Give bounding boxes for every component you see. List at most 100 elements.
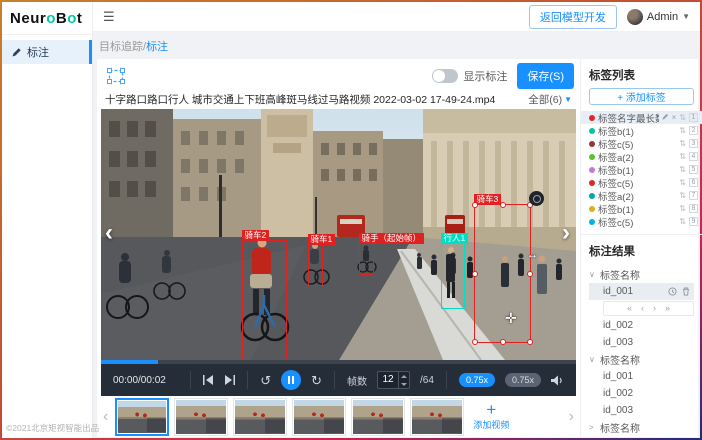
label-name: 标签c(5) xyxy=(598,215,676,229)
video-thumbnail[interactable] xyxy=(351,398,405,436)
video-title-row: 十字路口路口行人 城市交通上下班高峰斑马线过马路视频 2022-03-02 17… xyxy=(101,89,576,109)
result-item-selected[interactable]: id_001 xyxy=(589,283,694,300)
step-back-button[interactable] xyxy=(203,375,214,385)
camera-lens-icon[interactable] xyxy=(529,191,544,206)
video-thumbnail[interactable] xyxy=(292,398,346,436)
annotation-box[interactable]: 骑车1 xyxy=(308,244,323,286)
user-menu[interactable]: Admin ▼ xyxy=(627,9,690,25)
filmstrip-left-chevron[interactable]: ‹ xyxy=(101,408,110,426)
history-icon[interactable] xyxy=(668,287,677,296)
result-item[interactable]: id_001 xyxy=(589,368,694,385)
annotation-box[interactable]: 骑手（起始帧） xyxy=(359,243,374,275)
speed-pill[interactable]: 0.75x xyxy=(505,373,541,387)
result-item[interactable]: id_002 xyxy=(589,385,694,402)
speed-pill-active[interactable]: 0.75x xyxy=(459,373,495,387)
resize-handle[interactable] xyxy=(500,202,506,208)
label-name: 标签名字最长数... xyxy=(598,111,659,125)
label-item[interactable]: 标签b(1) ⇅ 2 xyxy=(581,124,702,137)
label-name: 标签b(1) xyxy=(598,202,676,216)
resize-handle[interactable] xyxy=(472,202,478,208)
breadcrumb: 目标追踪/标注 xyxy=(97,36,698,59)
sort-icon: ⇅ xyxy=(679,191,686,200)
video-thumbnail[interactable] xyxy=(410,398,464,436)
annotation-box[interactable]: 骑车2 xyxy=(242,240,287,361)
thumbnail-image xyxy=(235,400,285,434)
content: 目标追踪/标注 xyxy=(93,32,700,438)
result-item[interactable]: id_002 xyxy=(589,317,694,334)
logo-letter: B xyxy=(56,10,67,27)
breadcrumb-parent[interactable]: 目标追踪 xyxy=(99,41,143,53)
collapse-menu-icon[interactable]: ☰ xyxy=(103,9,115,25)
result-group[interactable]: ∨ 标签名称 xyxy=(589,266,694,283)
app-logo: NeuroBot xyxy=(2,2,92,35)
resize-handle[interactable] xyxy=(527,271,533,277)
save-button[interactable]: 保存(S) xyxy=(517,63,574,89)
toggle-switch-off[interactable] xyxy=(432,69,458,83)
step-forward-button[interactable] xyxy=(224,375,235,385)
bbox-draw-tool-icon[interactable] xyxy=(107,68,125,84)
app-window: NeuroBot 标注 ©2021北京矩视智能出品 ☰ 返回模型开发 Admin… xyxy=(0,0,702,440)
prev-frame-button[interactable]: ‹ xyxy=(641,304,644,313)
move-cursor-icon: ✛ xyxy=(505,310,517,327)
video-thumbnail[interactable] xyxy=(174,398,228,436)
frame-number-input[interactable]: 12 xyxy=(377,371,410,389)
result-item[interactable]: id_003 xyxy=(589,334,694,351)
filter-dropdown[interactable]: 全部(6) ▼ xyxy=(528,92,572,107)
delete-icon[interactable]: × xyxy=(672,114,677,122)
next-video-chevron[interactable]: › xyxy=(562,221,570,245)
thumbnail-image xyxy=(412,400,462,434)
label-color-dot xyxy=(589,128,595,134)
video-canvas[interactable]: 骑车2 骑车1 骑手（起始帧） 行人1 骑车3 xyxy=(101,109,576,364)
frame-number-stepper xyxy=(398,372,409,388)
label-item[interactable]: 标签b(1) ⇅ 5 xyxy=(581,163,702,176)
first-frame-button[interactable]: « xyxy=(627,304,632,313)
result-group-name: 标签名称 xyxy=(600,352,640,367)
video-thumbnail-selected[interactable] xyxy=(115,398,169,436)
logo-letter: ur xyxy=(30,10,46,27)
thumbnail-image xyxy=(118,401,166,433)
rewind-10-icon[interactable]: ↺ xyxy=(260,374,271,387)
back-to-model-dev-button[interactable]: 返回模型开发 xyxy=(529,5,617,29)
chevron-right-icon: > xyxy=(589,423,596,432)
label-item[interactable]: 标签a(2) ⇅ 7 xyxy=(581,189,702,202)
forward-10-icon[interactable]: ↻ xyxy=(311,374,322,387)
annotation-box-selected[interactable]: 骑车3 ✛ ↔ xyxy=(474,204,531,343)
label-name: 标签c(5) xyxy=(598,176,676,190)
video-thumbnail[interactable] xyxy=(233,398,287,436)
resize-handle[interactable] xyxy=(527,339,533,345)
workspace-card: 显示标注 保存(S) 十字路口路口行人 城市交通上下班高峰斑马线过马路视频 20… xyxy=(97,59,698,437)
resize-handle[interactable] xyxy=(500,339,506,345)
label-item[interactable]: 标签c(5) ⇅ 9 xyxy=(581,215,702,228)
result-item[interactable]: id_003 xyxy=(589,402,694,419)
stepper-up-button[interactable] xyxy=(399,372,409,380)
result-item-id: id_003 xyxy=(603,337,633,348)
frame-number-value[interactable]: 12 xyxy=(378,372,398,388)
label-item[interactable]: 标签c(5) ⇅ 3 xyxy=(581,137,702,150)
label-item[interactable]: 标签b(1) ⇅ 8 xyxy=(581,202,702,215)
sidebar-item-annotate[interactable]: 标注 xyxy=(2,40,92,64)
label-name: 标签b(1) xyxy=(598,124,676,138)
stepper-down-button[interactable] xyxy=(399,380,409,388)
annotation-box-label: 骑手（起始帧） xyxy=(359,233,425,244)
resize-handle[interactable] xyxy=(472,339,478,345)
add-video-button[interactable]: + 添加视频 xyxy=(469,398,513,436)
show-annotation-toggle[interactable]: 显示标注 xyxy=(432,68,507,84)
add-label-button[interactable]: + 添加标签 xyxy=(589,88,694,105)
label-item[interactable]: 标签a(2) ⇅ 4 xyxy=(581,150,702,163)
copyright-text: ©2021北京矩视智能出品 xyxy=(6,422,99,434)
result-group-collapsed[interactable]: > 标签名称 xyxy=(589,419,694,436)
pause-button[interactable] xyxy=(281,370,301,390)
prev-video-chevron[interactable]: ‹ xyxy=(105,221,113,245)
label-item[interactable]: 标签名字最长数... × ⇅ 1 xyxy=(581,111,702,124)
resize-handle[interactable] xyxy=(472,271,478,277)
next-frame-button[interactable]: › xyxy=(653,304,656,313)
edit-icon[interactable] xyxy=(662,113,669,122)
last-frame-button[interactable]: » xyxy=(665,304,670,313)
trash-icon[interactable] xyxy=(682,287,690,296)
filmstrip-right-chevron[interactable]: › xyxy=(567,408,576,426)
volume-icon[interactable] xyxy=(551,375,564,386)
video-progress-bar[interactable] xyxy=(101,360,576,364)
annotation-box[interactable]: 行人1 xyxy=(441,243,465,309)
label-item[interactable]: 标签c(5) ⇅ 6 xyxy=(581,176,702,189)
result-group[interactable]: ∨ 标签名称 xyxy=(589,351,694,368)
